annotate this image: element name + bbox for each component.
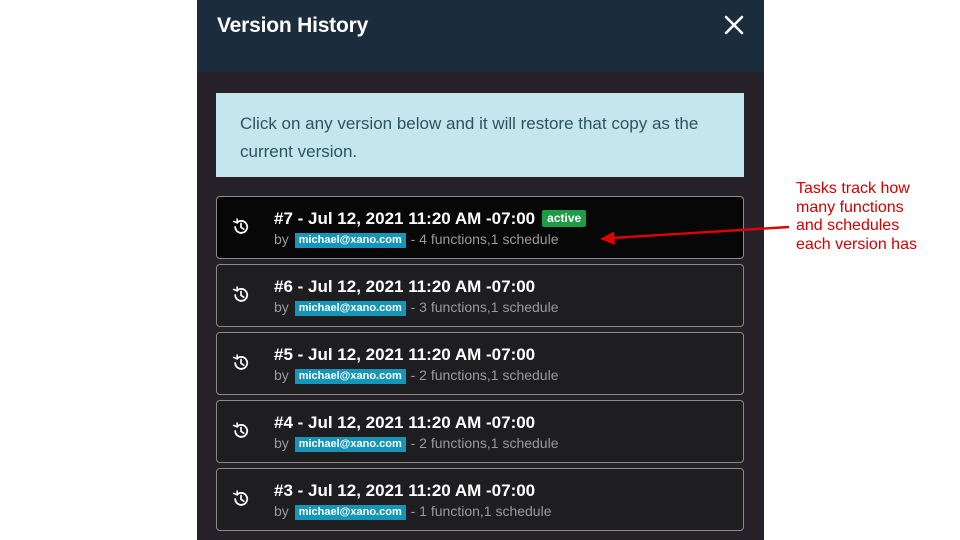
version-item-6[interactable]: #6 - Jul 12, 2021 11:20 AM -07:00 by mic… [216,264,744,327]
by-label: by [274,503,289,519]
version-meta: by michael@xano.com - 1 function,1 sched… [274,503,552,520]
version-meta: by michael@xano.com - 2 functions,1 sche… [274,435,559,452]
by-label: by [274,231,289,247]
annotation-line: and schedules [796,217,900,234]
author-tag: michael@xano.com [294,301,406,316]
version-title: #4 - Jul 12, 2021 11:20 AM -07:00 [274,413,536,432]
info-message: Click on any version below and it will r… [216,93,744,177]
author-tag: michael@xano.com [294,369,406,384]
version-list: #7 - Jul 12, 2021 11:20 AM -07:00 active … [216,196,744,536]
version-summary: - 4 functions,1 schedule [410,231,559,247]
by-label: by [274,435,289,451]
version-meta: by michael@xano.com - 4 functions,1 sche… [274,231,559,248]
history-icon [232,354,249,370]
annotation-note: Tasks track how many functions and sched… [796,180,956,254]
annotation-line: Tasks track how [796,180,910,197]
version-summary: - 3 functions,1 schedule [410,299,559,315]
version-item-4[interactable]: #4 - Jul 12, 2021 11:20 AM -07:00 by mic… [216,400,744,463]
version-title: #3 - Jul 12, 2021 11:20 AM -07:00 [274,481,536,500]
version-summary: - 1 function,1 schedule [410,503,552,519]
version-item-5[interactable]: #5 - Jul 12, 2021 11:20 AM -07:00 by mic… [216,332,744,395]
version-history-panel: Version History Click on any version bel… [197,0,764,540]
history-icon [232,490,249,506]
annotation-line: many functions [796,198,904,216]
version-title: #7 - Jul 12, 2021 11:20 AM -07:00 active [274,209,587,229]
version-meta: by michael@xano.com - 2 functions,1 sche… [274,367,559,384]
author-tag: michael@xano.com [294,505,406,520]
close-button[interactable] [722,13,746,37]
history-icon [232,286,249,302]
history-icon [232,422,249,438]
panel-title: Version History [217,14,369,37]
author-tag: michael@xano.com [294,233,406,248]
version-meta: by michael@xano.com - 3 functions,1 sche… [274,299,559,316]
close-x-icon [724,15,744,35]
by-label: by [274,299,289,315]
version-title-text: #7 - Jul 12, 2021 11:20 AM -07:00 [274,209,536,228]
panel-header: Version History [197,0,764,72]
active-badge: active [542,210,587,227]
version-item-3[interactable]: #3 - Jul 12, 2021 11:20 AM -07:00 by mic… [216,468,744,531]
version-item-7[interactable]: #7 - Jul 12, 2021 11:20 AM -07:00 active … [216,196,744,259]
author-tag: michael@xano.com [294,437,406,452]
by-label: by [274,367,289,383]
version-summary: - 2 functions,1 schedule [410,367,559,383]
history-icon [232,218,249,234]
annotation-line: each version has [796,235,917,253]
version-summary: - 2 functions,1 schedule [410,435,559,451]
version-title: #6 - Jul 12, 2021 11:20 AM -07:00 [274,277,536,296]
version-title: #5 - Jul 12, 2021 11:20 AM -07:00 [274,345,536,364]
